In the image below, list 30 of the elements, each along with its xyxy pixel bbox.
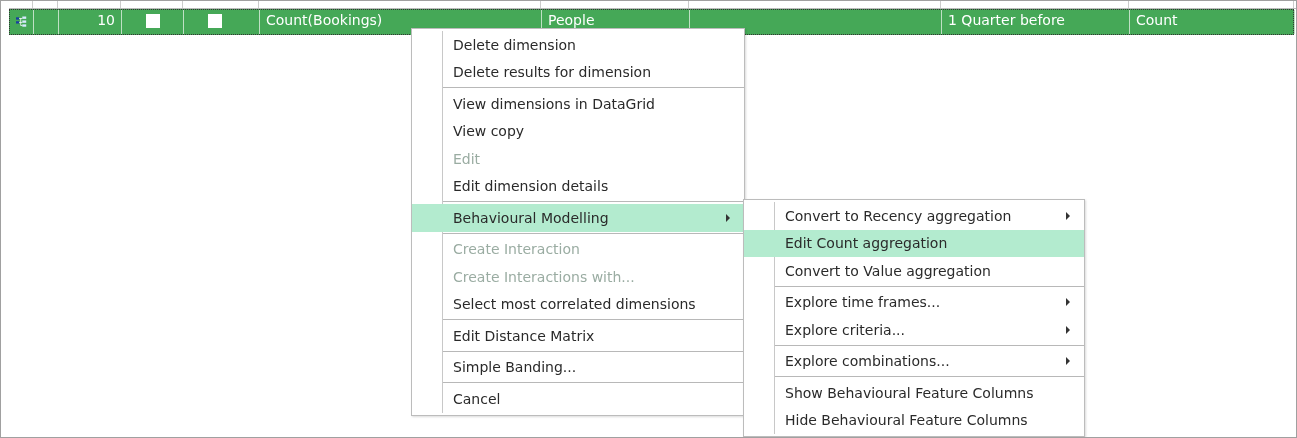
menu-item[interactable]: Explore time frames...: [744, 288, 1084, 316]
checkbox[interactable]: [208, 14, 222, 28]
menu-item[interactable]: Explore criteria...: [744, 316, 1084, 344]
menu-item[interactable]: View dimensions in DataGrid: [412, 90, 744, 118]
menu-item[interactable]: Select most correlated dimensions: [412, 290, 744, 318]
menu-item[interactable]: Edit Count aggregation: [744, 229, 1084, 257]
submenu-arrow-icon: [1066, 298, 1070, 307]
menu-item[interactable]: Hide Behavioural Feature Columns: [744, 406, 1084, 434]
table-cell: 10: [97, 12, 115, 28]
menu-item[interactable]: Convert to Recency aggregation: [744, 202, 1084, 230]
menu-item[interactable]: View copy: [412, 117, 744, 145]
table-cell: People: [548, 12, 595, 28]
submenu-arrow-icon: [1066, 325, 1070, 334]
menu-item[interactable]: Edit Distance Matrix: [412, 322, 744, 350]
menu-item[interactable]: Delete results for dimension: [412, 58, 744, 86]
submenu-arrow-icon: [1066, 357, 1070, 366]
menu-item[interactable]: Simple Banding...: [412, 353, 744, 381]
table-cell: 1 Quarter before: [948, 12, 1065, 28]
menu-item[interactable]: Behavioural Modelling: [412, 204, 744, 232]
menu-item[interactable]: Cancel: [412, 385, 744, 413]
table-cell: Count(Bookings): [266, 12, 383, 28]
table-cell: Count: [1136, 12, 1178, 28]
checkbox[interactable]: [146, 14, 160, 28]
menu-item[interactable]: Convert to Value aggregation: [744, 257, 1084, 285]
menu-item[interactable]: Show Behavioural Feature Columns: [744, 379, 1084, 407]
submenu-arrow-icon: [1066, 211, 1070, 220]
submenu-arrow-icon: [726, 213, 730, 222]
menu-item[interactable]: Explore combinations...: [744, 347, 1084, 375]
menu-item[interactable]: Edit dimension details: [412, 172, 744, 200]
hierarchy-icon: [16, 15, 27, 29]
